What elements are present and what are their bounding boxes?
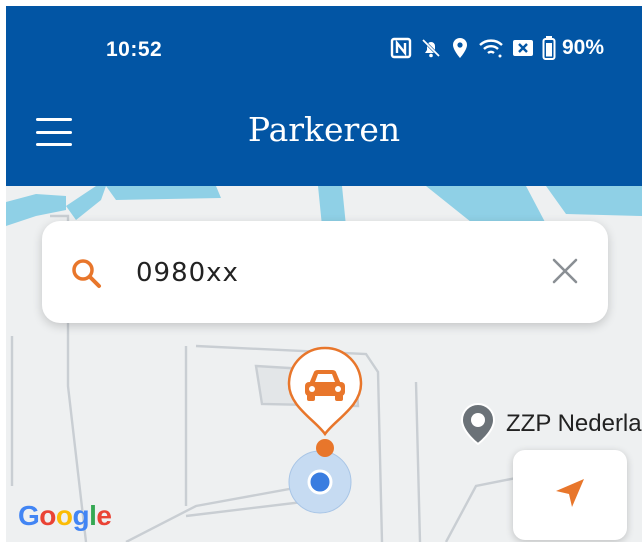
status-time: 10:52 [106, 38, 163, 61]
water-area [106, 186, 221, 200]
poi-pin-icon [460, 402, 496, 446]
map-poi[interactable]: ZZP Nederla [458, 402, 642, 446]
google-logo: Google [18, 500, 112, 531]
status-bar: 10:52 90% [6, 6, 642, 88]
water-area [318, 186, 346, 226]
close-icon[interactable] [550, 256, 580, 286]
page-title: Parkeren [247, 110, 401, 149]
search-icon[interactable] [70, 257, 102, 289]
search-input[interactable] [134, 249, 538, 297]
car-location-marker[interactable] [285, 344, 365, 465]
wifi-icon [478, 37, 504, 59]
marker-anchor-dot [316, 439, 334, 457]
app-bar: 10:52 90% Parkeren [6, 6, 642, 186]
location-icon [450, 37, 470, 59]
battery-icon [542, 36, 556, 60]
battery-percentage: 90% [562, 36, 605, 59]
notifications-off-icon [420, 37, 442, 59]
status-icons: 90% [390, 36, 604, 60]
poi-label: ZZP Nederla [506, 410, 642, 437]
current-location-dot [307, 469, 333, 495]
my-location-button[interactable] [513, 450, 627, 540]
no-sim-icon [512, 38, 534, 58]
search-bar [42, 221, 608, 323]
navigation-arrow-icon [556, 479, 584, 507]
app-frame: 10:52 90% Parkeren 0980xx ZZP Nederla Go… [6, 6, 642, 542]
nfc-icon [390, 37, 412, 59]
